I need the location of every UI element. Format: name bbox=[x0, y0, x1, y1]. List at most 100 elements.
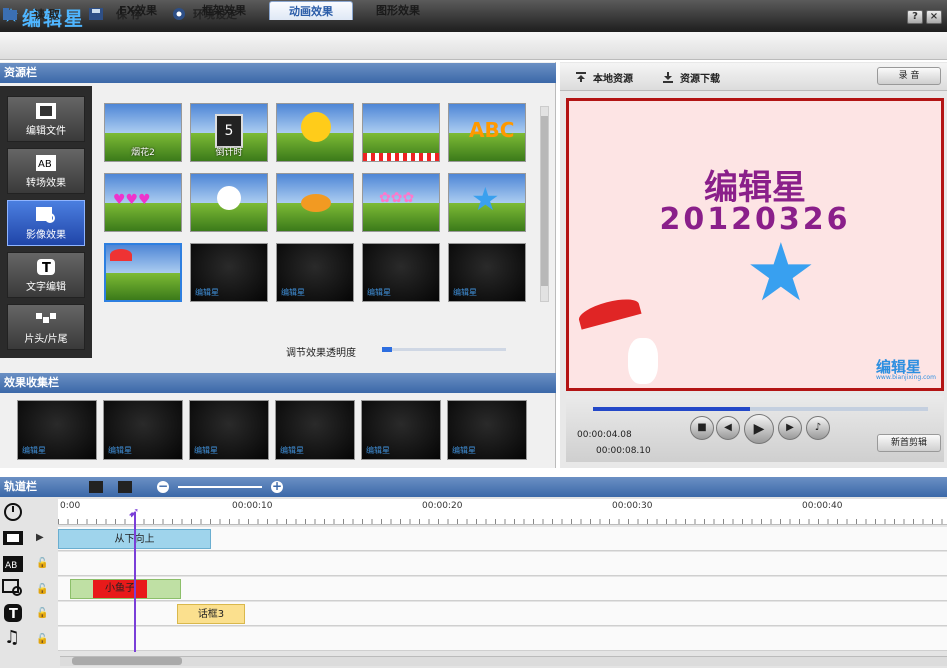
step-back-button[interactable]: ◀ bbox=[716, 416, 740, 440]
thumbnail-watermark: 编辑星 bbox=[367, 288, 391, 297]
local-resource-button[interactable]: 本地资源 bbox=[575, 69, 633, 85]
collection-slot[interactable]: 编辑星 bbox=[361, 400, 441, 460]
collection-slot[interactable]: 编辑星 bbox=[189, 400, 269, 460]
lock-icon[interactable]: 🔓 bbox=[36, 558, 48, 569]
time-current: 00:00:04.08 bbox=[577, 430, 632, 440]
upload-icon bbox=[576, 72, 586, 82]
camera-icon[interactable] bbox=[118, 481, 132, 493]
zoom-out-button[interactable]: − bbox=[157, 480, 169, 493]
download-icon bbox=[663, 72, 673, 83]
thumbnail-label: 倒计时 bbox=[215, 148, 243, 158]
effect-thumbnail[interactable]: ✿✿✿ bbox=[362, 173, 440, 232]
open-button[interactable]: 读 取 bbox=[2, 6, 60, 22]
effect-thumbnail[interactable]: ♥♥♥ bbox=[104, 173, 182, 232]
tick-label: 00:00:20 bbox=[422, 501, 463, 511]
folder-icon bbox=[3, 8, 17, 20]
folder-open-icon[interactable] bbox=[89, 481, 103, 493]
opacity-slider-fill bbox=[382, 347, 392, 352]
close-button[interactable]: × bbox=[926, 10, 942, 24]
lock-icon[interactable]: 🔓 bbox=[36, 584, 48, 595]
thumbnail-watermark: 编辑星 bbox=[366, 446, 390, 455]
opacity-slider[interactable] bbox=[382, 348, 506, 351]
sidebar-item-text-edit[interactable]: T 文字编辑 bbox=[7, 252, 85, 298]
effect-thumbnail-empty[interactable]: 编辑星 bbox=[276, 243, 354, 302]
tab-shape[interactable]: 图形效果 bbox=[358, 1, 438, 20]
thumbnail-watermark: 编辑星 bbox=[452, 446, 476, 455]
lock-icon[interactable]: 🔓 bbox=[36, 608, 48, 619]
film-track-icon bbox=[3, 531, 23, 545]
play-button[interactable]: ▶ bbox=[744, 414, 774, 444]
sidebar-item-transition[interactable]: AB 转场效果 bbox=[7, 148, 85, 194]
tab-frame[interactable]: 框架效果 bbox=[184, 1, 264, 20]
resource-download-label: 资源下载 bbox=[680, 73, 720, 85]
effect-thumbnail-selected[interactable] bbox=[104, 243, 182, 302]
tab-fx[interactable]: FX效果 bbox=[98, 1, 178, 20]
collection-slot[interactable]: 编辑星 bbox=[17, 400, 97, 460]
collection-slot[interactable]: 编辑星 bbox=[275, 400, 355, 460]
effect-thumbnail[interactable]: 5 倒计时 bbox=[190, 103, 268, 162]
local-resource-label: 本地资源 bbox=[593, 73, 633, 85]
effect-clip[interactable]: 小鱼子 bbox=[93, 580, 147, 598]
sidebar-item-intro-outro[interactable]: 片头/片尾 bbox=[7, 304, 85, 350]
effect-thumbnail[interactable] bbox=[362, 103, 440, 162]
thumbnail-label: 烟花2 bbox=[131, 148, 155, 158]
thumbnail-watermark: 编辑星 bbox=[453, 288, 477, 297]
new-clip-button[interactable]: 新首剪辑 bbox=[877, 434, 941, 452]
effect-thumbnail[interactable]: ABC bbox=[448, 103, 526, 162]
effect-track[interactable] bbox=[58, 577, 947, 601]
effect-thumbnail[interactable]: 烟花2 bbox=[104, 103, 182, 162]
zoom-in-button[interactable]: + bbox=[271, 480, 283, 493]
effect-thumbnail[interactable] bbox=[276, 103, 354, 162]
opacity-label: 调节效果透明度 bbox=[286, 348, 356, 359]
timeline-scrollbar[interactable] bbox=[60, 656, 947, 666]
playhead-handle-icon[interactable]: ➹ bbox=[128, 505, 140, 521]
transition-track[interactable] bbox=[58, 552, 947, 576]
timeline-header: 轨道栏 bbox=[0, 477, 947, 497]
text-track-icon: T bbox=[4, 604, 22, 622]
tab-animation[interactable]: 动画效果 bbox=[269, 1, 353, 20]
svg-text:T: T bbox=[9, 607, 18, 622]
sidebar-item-edit-file[interactable]: 编辑文件 bbox=[7, 96, 85, 142]
resource-panel-header: 资源栏 bbox=[0, 63, 556, 83]
sidebar-item-label: 转场效果 bbox=[26, 178, 66, 189]
text-clip[interactable]: 话框3 bbox=[177, 604, 245, 624]
rabbit-icon bbox=[628, 338, 658, 384]
sidebar-item-label: 影像效果 bbox=[26, 230, 66, 241]
lock-icon[interactable]: 🔓 bbox=[36, 634, 48, 645]
tick-label: 00:00:10 bbox=[232, 501, 273, 511]
collection-slot[interactable]: 编辑星 bbox=[447, 400, 527, 460]
record-button[interactable]: 录 音 bbox=[877, 67, 941, 85]
svg-text:AB: AB bbox=[38, 159, 52, 170]
playhead[interactable] bbox=[134, 512, 136, 652]
volume-button[interactable]: ♪ bbox=[806, 416, 830, 440]
star-mascot-icon: ★ bbox=[745, 226, 817, 319]
thumbnail-watermark: 编辑星 bbox=[195, 288, 219, 297]
expand-arrow-icon[interactable]: ▶ bbox=[36, 532, 44, 543]
zoom-slider[interactable] bbox=[178, 486, 262, 488]
effect-thumbnail-empty[interactable]: 编辑星 bbox=[190, 243, 268, 302]
music-track[interactable] bbox=[58, 627, 947, 651]
effect-thumbnail[interactable]: ★ bbox=[448, 173, 526, 232]
sidebar-item-label: 片头/片尾 bbox=[24, 334, 68, 345]
resource-download-button[interactable]: 资源下载 bbox=[662, 69, 720, 85]
effect-thumbnail-empty[interactable]: 编辑星 bbox=[448, 243, 526, 302]
step-forward-button[interactable]: ▶ bbox=[778, 416, 802, 440]
sidebar-item-image-effect[interactable]: 影像效果 bbox=[7, 200, 85, 246]
open-label: 读 取 bbox=[34, 8, 60, 21]
transition-track-icon: AB bbox=[3, 556, 23, 572]
thumbnail-scroll-thumb[interactable] bbox=[541, 116, 548, 286]
thumbnail-watermark: 编辑星 bbox=[280, 446, 304, 455]
effect-thumbnail[interactable] bbox=[276, 173, 354, 232]
stop-button[interactable]: ■ bbox=[690, 416, 714, 440]
collection-title: 效果收集栏 bbox=[4, 376, 59, 389]
timeline-scroll-thumb[interactable] bbox=[72, 657, 182, 665]
thumbnail-watermark: 编辑星 bbox=[22, 446, 46, 455]
collection-slot[interactable]: 编辑星 bbox=[103, 400, 183, 460]
clock-icon bbox=[4, 503, 22, 521]
effect-thumbnail-empty[interactable]: 编辑星 bbox=[362, 243, 440, 302]
effect-thumbnail[interactable] bbox=[190, 173, 268, 232]
sidebar-item-label: 编辑文件 bbox=[26, 126, 66, 137]
preview-url: www.bianjixing.com bbox=[876, 374, 936, 381]
help-button[interactable]: ? bbox=[907, 10, 923, 24]
svg-text:AB: AB bbox=[5, 561, 17, 571]
